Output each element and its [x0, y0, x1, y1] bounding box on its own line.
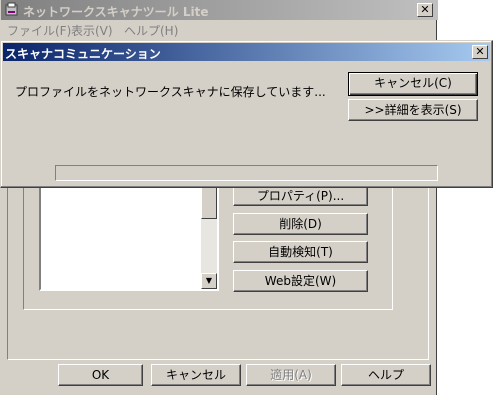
menu-view[interactable]: 表示(V): [71, 22, 113, 39]
ok-button[interactable]: OK: [58, 364, 143, 386]
auto-detect-button[interactable]: 自動検知(T): [233, 241, 368, 263]
delete-button[interactable]: 削除(D): [233, 213, 368, 235]
scroll-down-button[interactable]: ▼: [201, 273, 217, 289]
apply-button[interactable]: 適用(A): [246, 364, 336, 386]
main-close-button[interactable]: ✕: [417, 3, 433, 17]
scanner-communication-dialog: スキャナコミュニケーション ✕ プロファイルをネットワークスキャナに保存していま…: [0, 40, 493, 188]
dialog-close-button[interactable]: ✕: [472, 45, 488, 59]
scanner-app-icon: [5, 2, 18, 16]
dialog-title: スキャナコミュニケーション: [5, 47, 161, 61]
menubar: ファイル(F) 表示(V) ヘルプ(H): [1, 20, 438, 40]
properties-button[interactable]: プロパティ(P)...: [233, 186, 368, 206]
scanner-list[interactable]: [39, 175, 219, 291]
close-icon: ✕: [420, 3, 430, 16]
main-titlebar[interactable]: ネットワークスキャナツール Lite ✕: [1, 0, 438, 20]
menu-help[interactable]: ヘルプ(H): [124, 22, 178, 39]
show-details-button[interactable]: >>詳細を表示(S): [348, 99, 478, 121]
main-window-title: ネットワークスキャナツール Lite: [23, 5, 209, 19]
list-scrollbar[interactable]: ▼: [201, 175, 217, 289]
dialog-titlebar[interactable]: スキャナコミュニケーション ✕: [3, 43, 490, 61]
status-message: プロファイルをネットワークスキャナに保存しています...: [15, 85, 326, 99]
progress-bar: [55, 165, 438, 181]
menu-file[interactable]: ファイル(F): [7, 22, 71, 39]
help-button[interactable]: ヘルプ: [341, 364, 431, 386]
close-icon: ✕: [475, 45, 485, 58]
dialog-cancel-button[interactable]: キャンセル(C): [348, 72, 478, 96]
web-settings-button[interactable]: Web設定(W): [233, 270, 368, 292]
arrow-down-icon: ▼: [205, 276, 213, 285]
cancel-button[interactable]: キャンセル: [151, 364, 241, 386]
